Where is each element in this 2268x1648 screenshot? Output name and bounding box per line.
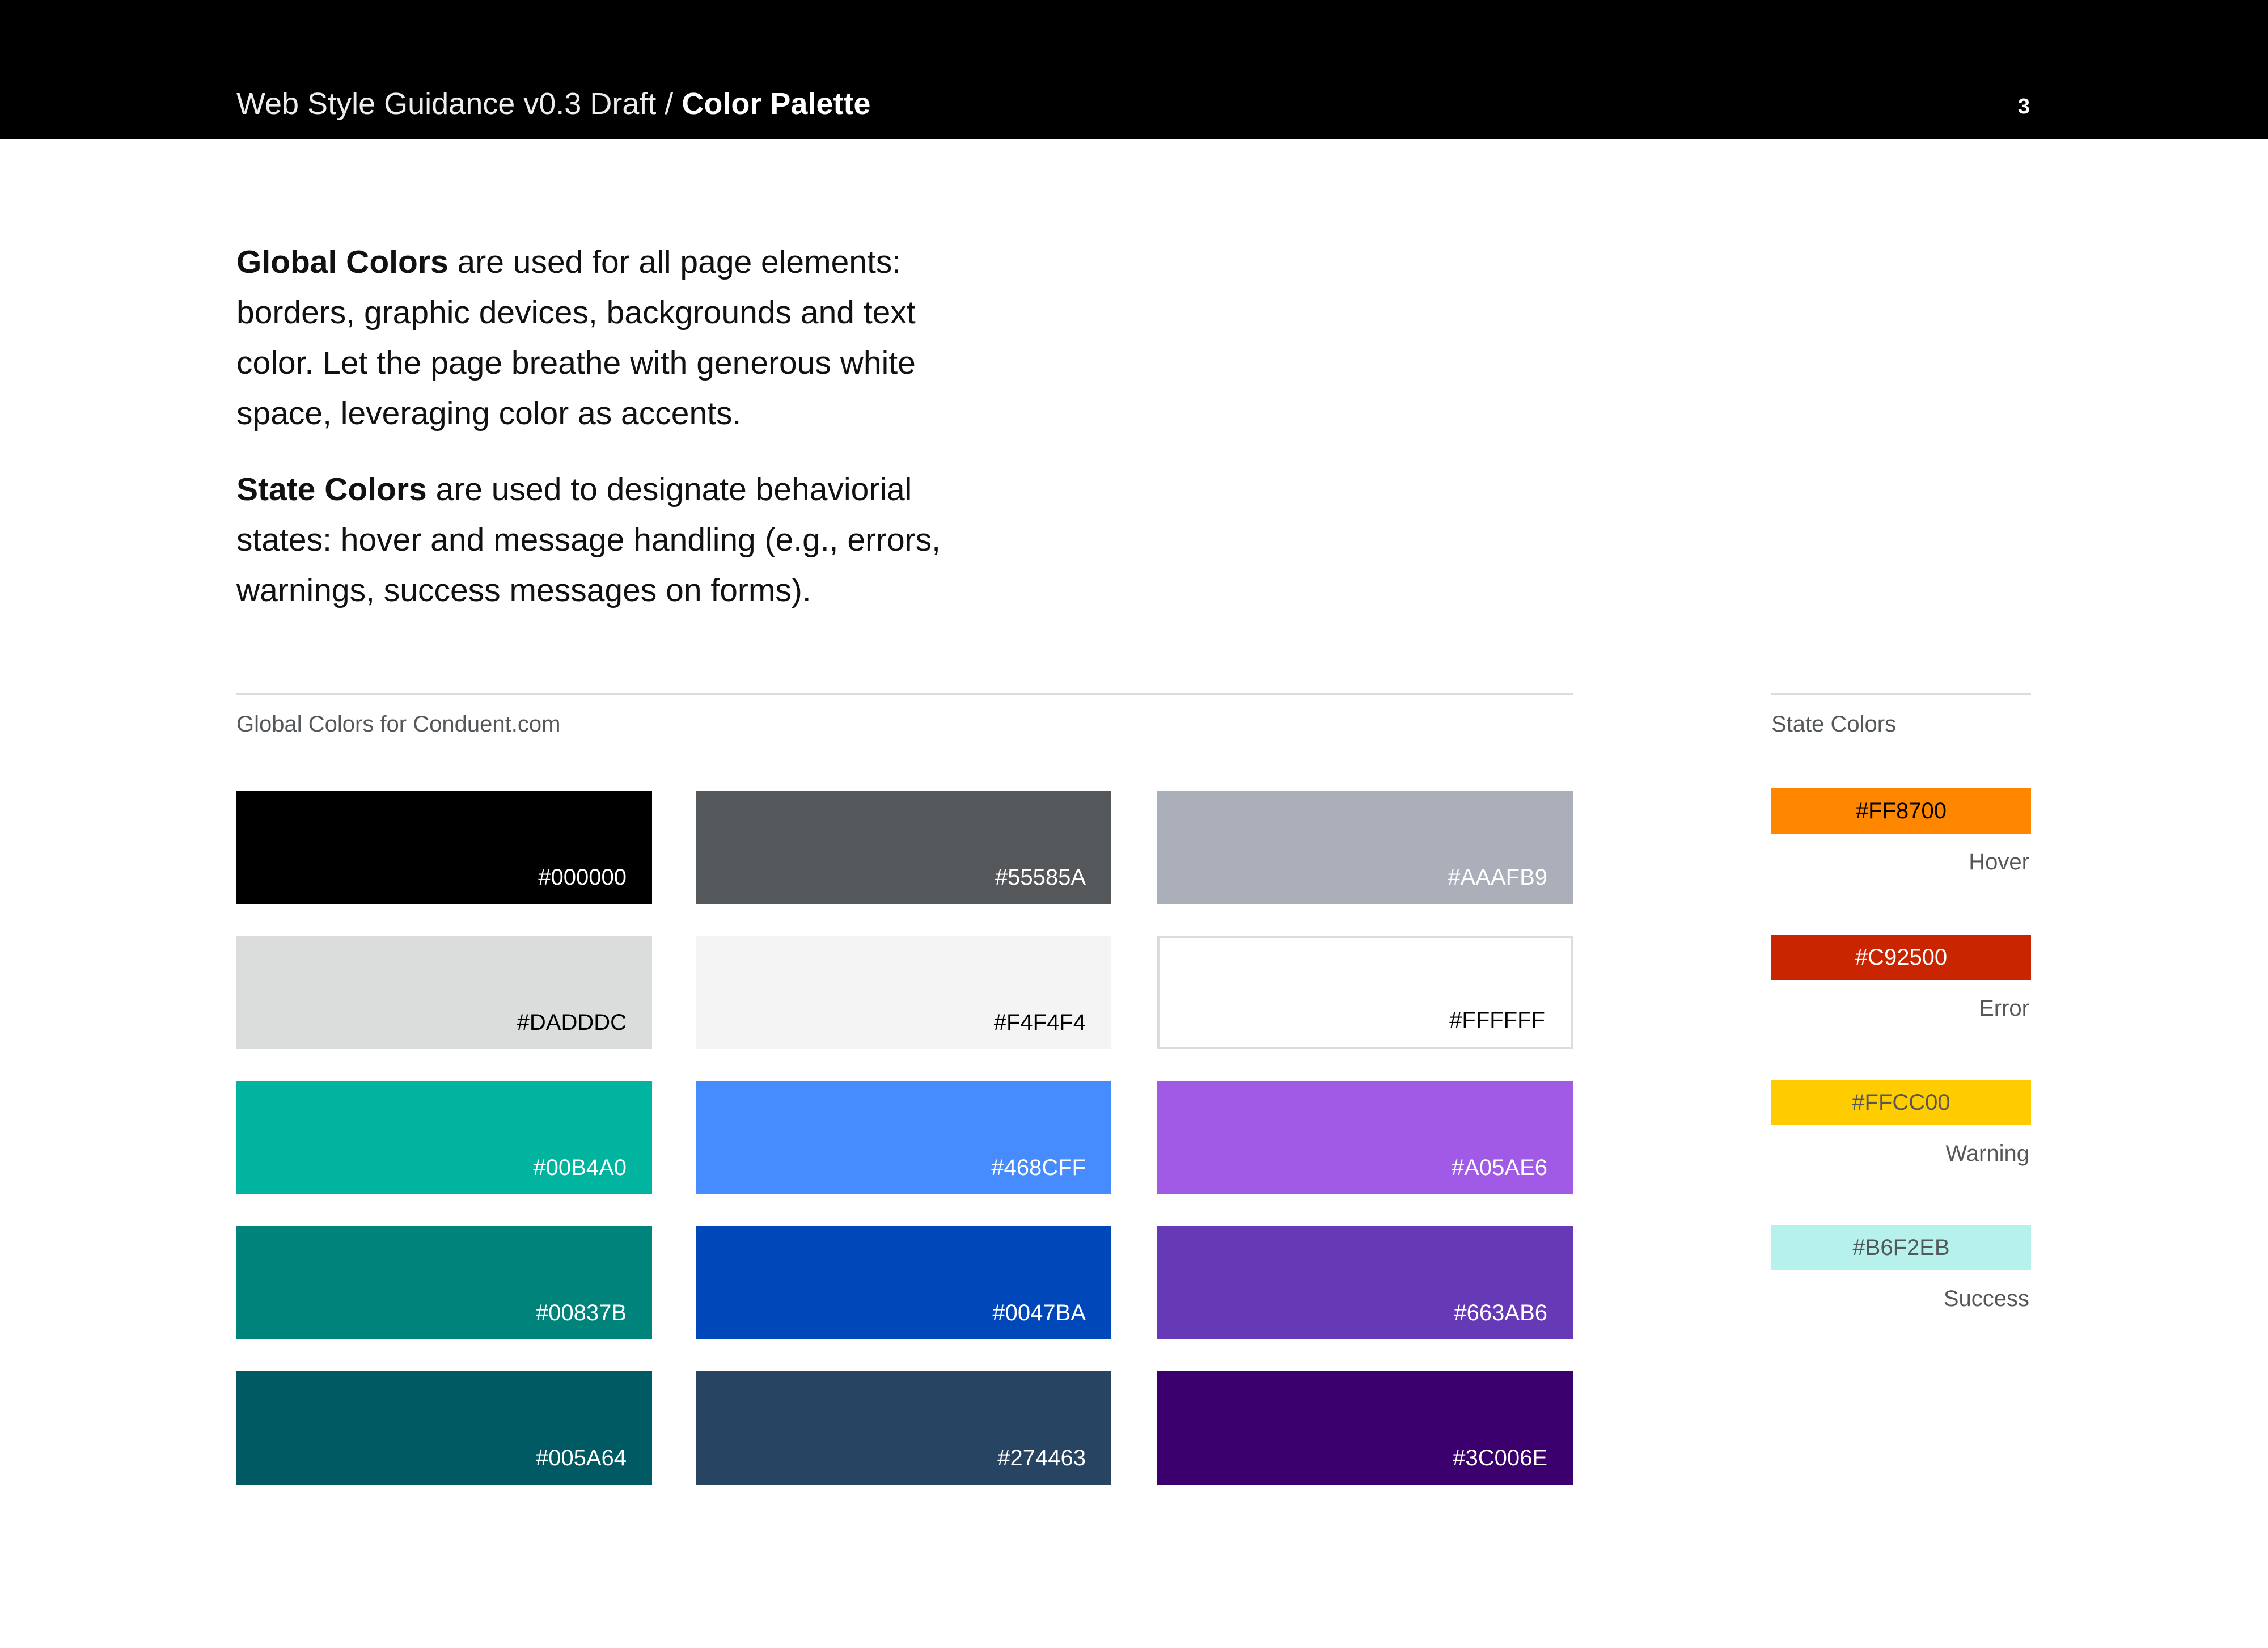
color-swatch: #00B4A0 xyxy=(236,1081,652,1194)
swatch-hex-label: #FF8700 xyxy=(1855,798,1947,823)
swatch-hex-label: #DADDDC xyxy=(517,1010,627,1035)
swatch-hex-label: #005A64 xyxy=(535,1446,627,1470)
color-swatch: #DADDDC xyxy=(236,936,652,1049)
state-colors-divider xyxy=(1771,693,2031,695)
document-name: Web Style Guidance v0.3 Draft xyxy=(236,87,657,121)
intro-paragraph-global: Global Colors are used for all page elem… xyxy=(236,237,974,439)
swatch-hex-label: #000000 xyxy=(538,865,627,890)
color-swatch: #3C006E xyxy=(1157,1371,1573,1485)
state-swatch-success: #B6F2EB xyxy=(1771,1225,2031,1270)
intro-text: Global Colors are used for all page elem… xyxy=(236,237,974,641)
swatch-hex-label: #00B4A0 xyxy=(533,1155,627,1180)
swatch-hex-label: #A05AE6 xyxy=(1451,1155,1547,1180)
swatch-hex-label: #55585A xyxy=(995,865,1086,890)
swatch-hex-label: #FFCC00 xyxy=(1852,1090,1950,1115)
swatch-hex-label: #F4F4F4 xyxy=(993,1010,1086,1035)
state-colors-label: State Colors xyxy=(1771,712,1897,737)
global-colors-term: Global Colors xyxy=(236,244,448,280)
color-swatch: #F4F4F4 xyxy=(696,936,1111,1049)
color-swatch: #AAAFB9 xyxy=(1157,791,1573,904)
state-name-warning: Warning xyxy=(1945,1141,2029,1166)
swatch-hex-label: #B6F2EB xyxy=(1852,1235,1950,1260)
color-swatch: #0047BA xyxy=(696,1226,1111,1339)
color-swatch: #00837B xyxy=(236,1226,652,1339)
state-swatch-warning: #FFCC00 xyxy=(1771,1080,2031,1125)
color-swatch: #005A64 xyxy=(236,1371,652,1485)
state-swatch-error: #C92500 xyxy=(1771,935,2031,980)
color-swatch: #663AB6 xyxy=(1157,1226,1573,1339)
page-number: 3 xyxy=(2017,95,2030,119)
title-separator: / xyxy=(656,87,682,121)
swatch-hex-label: #AAAFB9 xyxy=(1448,865,1547,890)
state-name-success: Success xyxy=(1943,1286,2029,1311)
swatch-hex-label: #FFFFFF xyxy=(1449,1008,1545,1033)
state-swatch-hover: #FF8700 xyxy=(1771,788,2031,834)
color-swatch: #A05AE6 xyxy=(1157,1081,1573,1194)
swatch-hex-label: #00837B xyxy=(535,1300,627,1325)
state-name-hover: Hover xyxy=(1969,850,2029,874)
state-name-error: Error xyxy=(1979,996,2029,1021)
swatch-hex-label: #C92500 xyxy=(1855,945,1948,970)
swatch-hex-label: #468CFF xyxy=(991,1155,1086,1180)
color-swatch: #55585A xyxy=(696,791,1111,904)
intro-paragraph-state: State Colors are used to designate behav… xyxy=(236,464,974,616)
document-title: Web Style Guidance v0.3 Draft / Color Pa… xyxy=(236,81,870,126)
color-swatch: #FFFFFF xyxy=(1157,936,1573,1049)
color-swatch: #468CFF xyxy=(696,1081,1111,1194)
color-swatch: #000000 xyxy=(236,791,652,904)
swatch-hex-label: #3C006E xyxy=(1453,1446,1547,1470)
swatch-hex-label: #274463 xyxy=(997,1446,1086,1470)
state-colors-term: State Colors xyxy=(236,471,427,508)
section-title: Color Palette xyxy=(682,87,871,121)
global-colors-divider xyxy=(236,693,1573,695)
global-colors-label: Global Colors for Conduent.com xyxy=(236,712,561,737)
swatch-hex-label: #0047BA xyxy=(992,1300,1086,1325)
color-swatch: #274463 xyxy=(696,1371,1111,1485)
swatch-hex-label: #663AB6 xyxy=(1454,1300,1547,1325)
